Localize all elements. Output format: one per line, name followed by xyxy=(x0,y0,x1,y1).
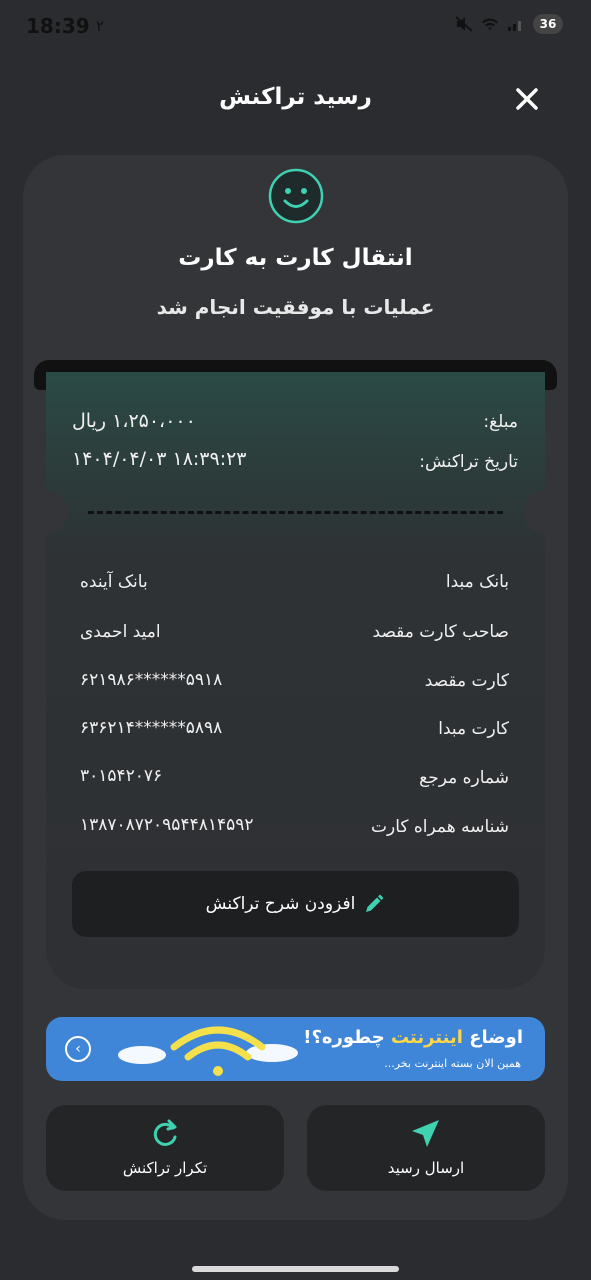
wifi-cloud-icon xyxy=(118,1026,298,1076)
detail-label: شناسه همراه کارت xyxy=(370,817,509,837)
amount-label: مبلغ: xyxy=(483,412,518,432)
date-value: ۱۴۰۴/۰۴/۰۳ ۱۸:۳۹:۲۳ xyxy=(72,448,247,470)
detail-value: ۶۲۱۹۸۶******۵۹۱۸ xyxy=(80,670,223,690)
status-secondary: ۲ xyxy=(96,17,105,35)
detail-label: کارت مبدا xyxy=(438,719,509,739)
receipt-notch-right xyxy=(523,490,567,534)
repeat-transaction-label: تکرار تراکنش xyxy=(122,1159,208,1177)
refresh-icon xyxy=(153,1119,177,1146)
detail-label: کارت مقصد xyxy=(424,671,509,691)
amount-value: ۱،۲۵۰،۰۰۰ ریال xyxy=(72,410,196,432)
mute-icon xyxy=(455,16,473,32)
detail-value: امید احمدی xyxy=(80,622,161,642)
signal-icon xyxy=(508,21,521,31)
page-title: رسید تراکنش xyxy=(219,84,372,110)
divider xyxy=(88,511,503,514)
status-icons: 36 xyxy=(455,14,563,34)
pencil-icon xyxy=(366,894,384,912)
banner-subtitle: همین الان بسته اینترنت بخر... xyxy=(384,1057,521,1070)
detail-value: ۱۳۸۷۰۸۷۲۰۹۵۴۴۸۱۴۵۹۲ xyxy=(80,815,254,835)
status-time: 18:39 xyxy=(26,14,90,38)
detail-label: بانک مبدا xyxy=(445,572,509,592)
smile-icon xyxy=(268,168,324,224)
send-receipt-button[interactable]: ارسال رسید xyxy=(307,1105,545,1191)
close-icon[interactable] xyxy=(510,82,544,116)
detail-value: بانک آینده xyxy=(80,572,148,592)
internet-promo-banner[interactable]: اوضاع اینترنتت چطوره؟! همین الان بسته ای… xyxy=(46,1017,545,1081)
chevron-left-icon[interactable]: ‹ xyxy=(65,1036,91,1062)
add-description-label: افزودن شرح تراکنش xyxy=(205,894,356,914)
home-indicator[interactable] xyxy=(192,1266,399,1272)
success-message: عملیات با موفقیت انجام شد xyxy=(156,295,435,319)
battery-indicator: 36 xyxy=(533,14,563,34)
transaction-type-title: انتقال کارت به کارت xyxy=(178,245,413,271)
banner-title: اوضاع اینترنتت چطوره؟! xyxy=(303,1027,523,1048)
receipt-notch-left xyxy=(24,490,68,534)
wifi-icon xyxy=(482,18,498,30)
repeat-transaction-button[interactable]: تکرار تراکنش xyxy=(46,1105,284,1191)
detail-value: ۳۰۱۵۴۲۰۷۶ xyxy=(80,766,163,786)
add-description-button[interactable]: افزودن شرح تراکنش xyxy=(72,871,519,937)
send-icon xyxy=(412,1120,439,1147)
send-receipt-label: ارسال رسید xyxy=(387,1159,465,1177)
detail-label: صاحب کارت مقصد xyxy=(372,622,509,642)
detail-label: شماره مرجع xyxy=(419,768,509,788)
date-label: تاریخ تراکنش: xyxy=(419,452,518,472)
detail-value: ۶۳۶۲۱۴******۵۸۹۸ xyxy=(80,718,223,738)
